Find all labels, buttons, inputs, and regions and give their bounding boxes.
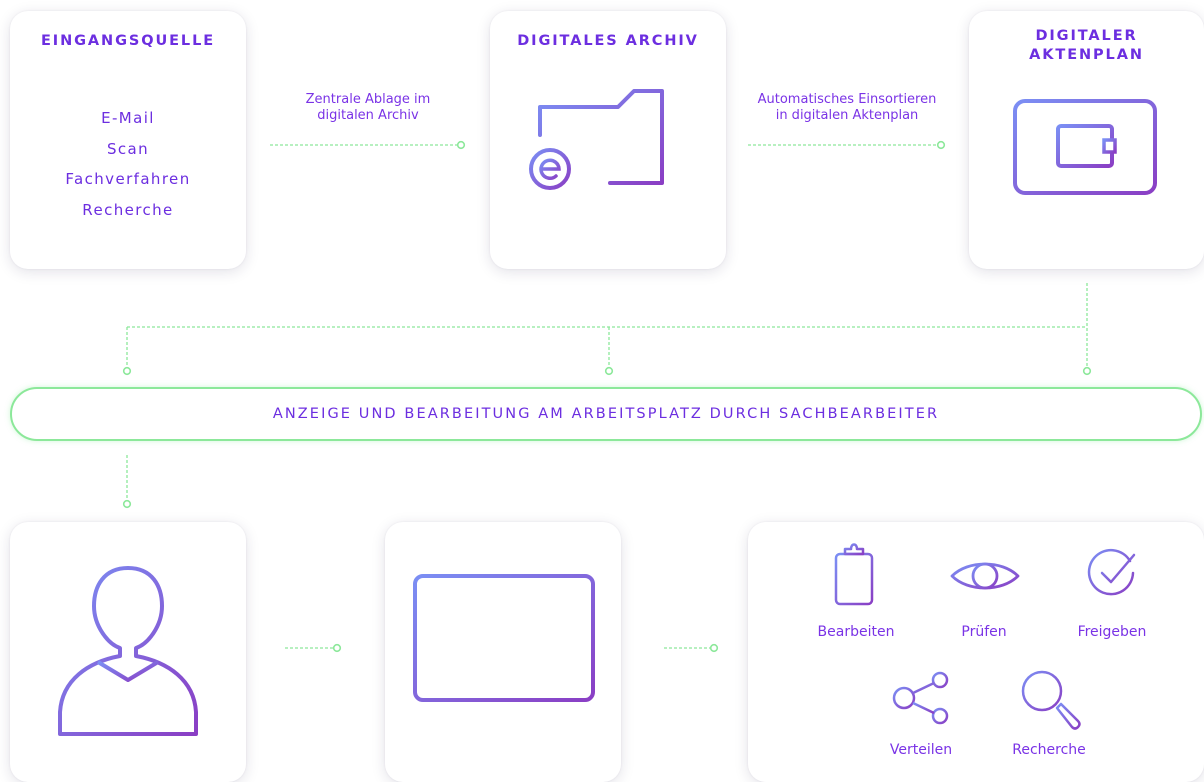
action-label-freigeben: Freigeben [1077, 624, 1147, 640]
flow-label-archive: Zentrale Ablage im digitalen Archiv [305, 92, 431, 123]
actions-card: Bearbeiten Prüfen Freigeben Verteilen Re… [748, 522, 1204, 782]
source-item: E-Mail [101, 109, 155, 127]
eye-icon [950, 562, 1020, 590]
source-title: EINGANGSQUELLE [40, 33, 216, 49]
action-label-pruefen: Prüfen [961, 624, 1007, 640]
archive-card: DIGITALES ARCHIV [490, 11, 726, 269]
monitor-card [385, 522, 621, 782]
aktenplan-card: DIGITALER AKTENPLAN [969, 11, 1204, 269]
action-label-verteilen: Verteilen [889, 742, 953, 758]
source-list: E-Mail Scan Fachverfahren Recherche [10, 103, 246, 225]
laptop-wallet-icon [1011, 99, 1159, 203]
share-icon [892, 671, 949, 725]
source-card: EINGANGSQUELLE E-Mail Scan Fachverfahren… [10, 11, 246, 269]
monitor-icon [413, 574, 595, 722]
folder-archive-icon [529, 89, 664, 190]
archive-title: DIGITALES ARCHIV [517, 33, 699, 49]
aktenplan-title: DIGITALER AKTENPLAN [1029, 28, 1144, 63]
flow-label-aktenplan: Automatisches Einsortieren in digitalen … [757, 92, 937, 123]
source-item: Fachverfahren [65, 170, 191, 188]
banner-text: ANZEIGE UND BEARBEITUNG AM ARBEITSPLATZ … [272, 406, 940, 422]
clipboard-icon [834, 543, 874, 606]
action-label-recherche: Recherche [1012, 742, 1086, 758]
action-label-bearbeiten: Bearbeiten [817, 624, 895, 640]
source-item: Scan [106, 139, 150, 158]
source-item: Recherche [82, 200, 174, 219]
user-icon [58, 566, 198, 736]
workplace-banner: ANZEIGE UND BEARBEITUNG AM ARBEITSPLATZ … [10, 387, 1202, 441]
check-circle-icon [1087, 548, 1136, 596]
magnifier-plus-icon [1021, 670, 1081, 730]
user-card [10, 522, 246, 782]
